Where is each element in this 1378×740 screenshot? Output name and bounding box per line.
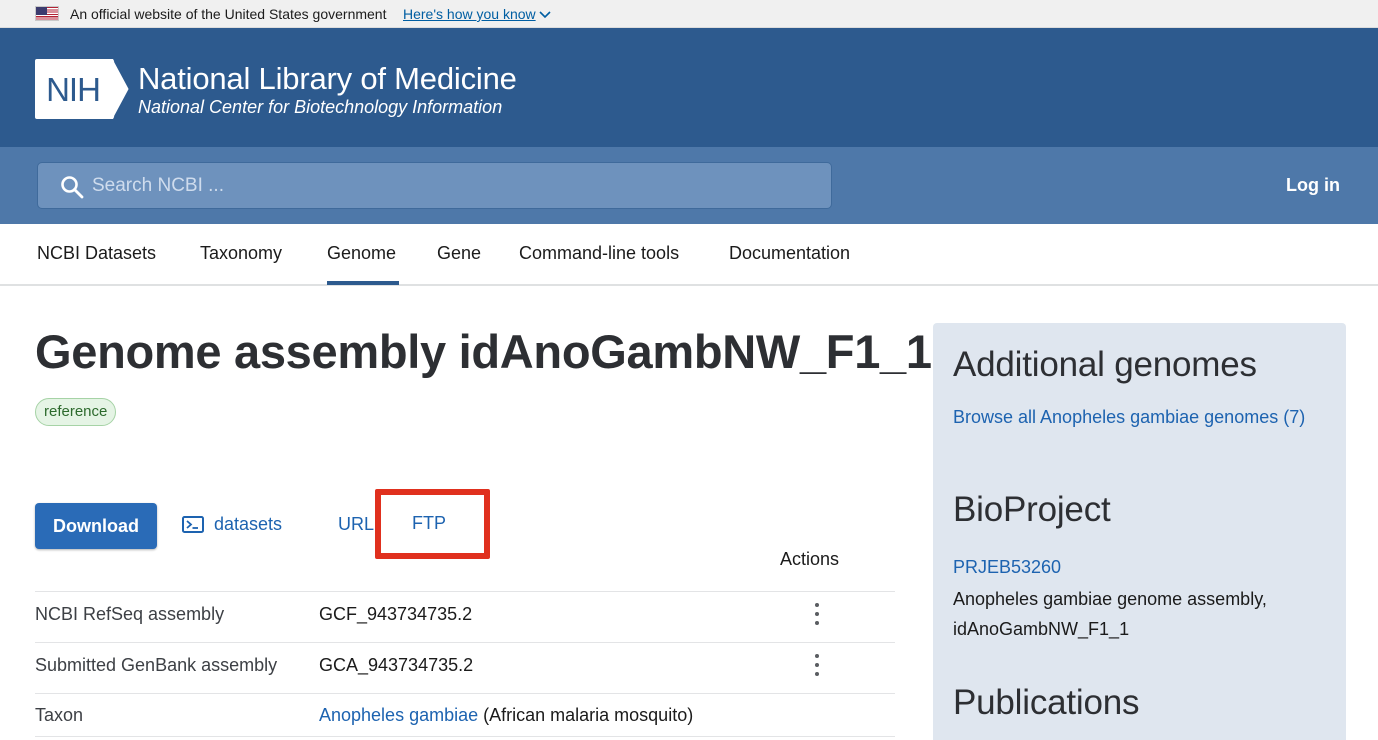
nav-item-taxonomy[interactable]: Taxonomy xyxy=(200,243,282,264)
nav-item-gene[interactable]: Gene xyxy=(437,243,481,264)
taxon-link[interactable]: Anopheles gambiae xyxy=(319,705,478,725)
bioproject-heading: BioProject xyxy=(953,490,1111,529)
how-you-know-label[interactable]: Here's how you know xyxy=(403,6,536,22)
bioproject-link[interactable]: PRJEB53260 xyxy=(953,556,1323,579)
sidebar-panel: Additional genomes Browse all Anopheles … xyxy=(933,323,1346,740)
nih-logo-text: NIH xyxy=(46,71,100,108)
row-actions-menu-icon[interactable] xyxy=(811,653,823,677)
row-actions-menu-icon[interactable] xyxy=(811,602,823,626)
search-band: Log in xyxy=(0,147,1378,224)
browse-genomes-link[interactable]: Browse all Anopheles gambiae genomes (7) xyxy=(953,406,1323,429)
table-row: NCBI RefSeq assembly GCF_943734735.2 xyxy=(35,591,895,642)
us-flag-icon xyxy=(35,6,59,21)
table-row: Submitted GenBank assembly GCA_943734735… xyxy=(35,642,895,693)
ftp-button[interactable]: FTP xyxy=(412,513,446,534)
nav-item-documentation[interactable]: Documentation xyxy=(729,243,850,264)
table-row: Taxon Anopheles gambiae (African malaria… xyxy=(35,693,895,737)
bioproject-description: Anopheles gambiae genome assembly, idAno… xyxy=(953,589,1267,639)
nav-item-ncbi-datasets[interactable]: NCBI Datasets xyxy=(37,243,156,264)
taxon-common-name: (African malaria mosquito) xyxy=(478,705,694,725)
publications-heading: Publications xyxy=(953,683,1140,722)
genbank-accession: GCA_943734735.2 xyxy=(319,655,474,675)
terminal-icon xyxy=(182,516,204,533)
row-label: Taxon xyxy=(35,705,84,725)
url-button[interactable]: URL xyxy=(338,514,374,535)
page-title: Genome assembly idAnoGambNW_F1_1 xyxy=(35,325,932,378)
search-icon xyxy=(61,176,84,199)
actions-header: Actions xyxy=(780,549,840,569)
gov-banner-text: An official website of the United States… xyxy=(70,6,387,22)
search-input[interactable] xyxy=(92,163,812,208)
download-button[interactable]: Download xyxy=(35,503,157,549)
gov-banner: An official website of the United States… xyxy=(0,0,1378,28)
row-label: Submitted GenBank assembly xyxy=(35,655,278,675)
datasets-button-label[interactable]: datasets xyxy=(214,514,282,535)
reference-badge: reference xyxy=(35,398,117,426)
refseq-accession: GCF_943734735.2 xyxy=(319,604,473,624)
nav-item-genome[interactable]: Genome xyxy=(327,243,396,264)
taxon-value: Anopheles gambiae (African malaria mosqu… xyxy=(319,705,693,726)
how-you-know-link[interactable]: Here's how you know xyxy=(403,6,551,22)
site-header: NIH National Library of Medicine Nationa… xyxy=(0,28,1378,147)
datasets-button[interactable]: datasets xyxy=(182,514,282,535)
nih-logo[interactable]: NIH xyxy=(35,59,129,119)
nav-item-command-line-tools[interactable]: Command-line tools xyxy=(519,243,679,264)
chevron-down-icon xyxy=(539,10,551,18)
row-label: NCBI RefSeq assembly xyxy=(35,604,225,624)
additional-genomes-heading: Additional genomes xyxy=(953,345,1257,384)
org-subtitle: National Center for Biotechnology Inform… xyxy=(138,97,503,117)
org-title: National Library of Medicine xyxy=(138,61,517,96)
search-box[interactable] xyxy=(37,162,832,209)
active-tab-indicator xyxy=(327,281,399,285)
login-link[interactable]: Log in xyxy=(1286,175,1340,196)
main-nav: NCBI Datasets Taxonomy Genome Gene Comma… xyxy=(0,224,1378,286)
